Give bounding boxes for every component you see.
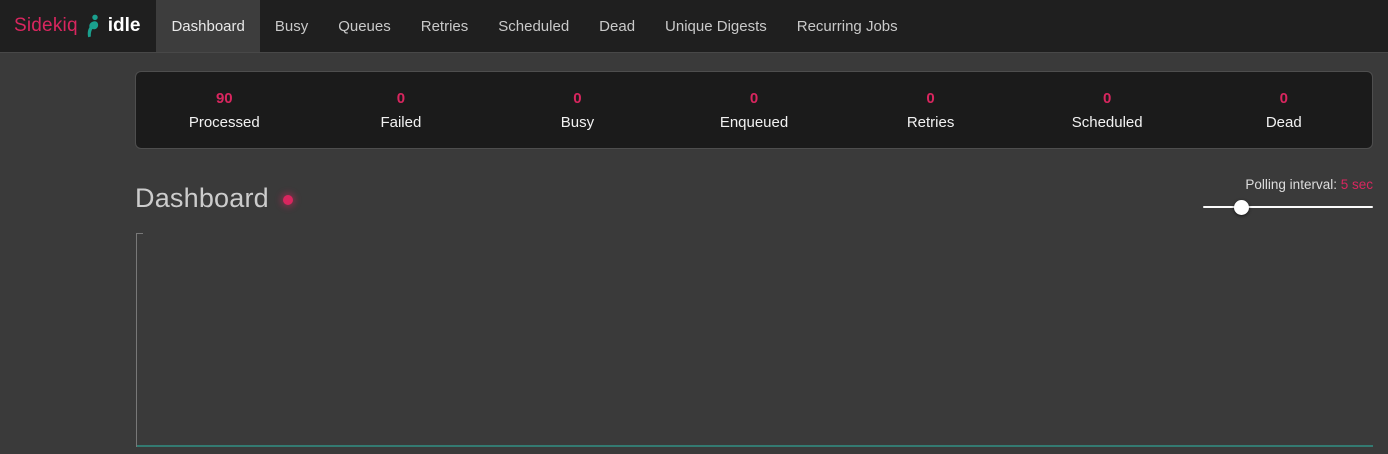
nav-item-recurring-jobs[interactable]: Recurring Jobs — [782, 0, 913, 52]
header-row: Dashboard Polling interval: 5 sec — [135, 177, 1373, 215]
live-beacon-icon — [283, 195, 293, 205]
chart-zero-line — [137, 445, 1373, 447]
brand-area[interactable]: Sidekiq idle — [0, 0, 156, 52]
nav-item-retries[interactable]: Retries — [406, 0, 484, 52]
nav-menu: Dashboard Busy Queues Retries Scheduled … — [156, 0, 912, 52]
stat-dead-value: 0 — [1280, 90, 1288, 107]
sidekiq-dancer-icon — [85, 14, 101, 38]
stat-failed-label: Failed — [380, 114, 421, 131]
stat-retries-value: 0 — [926, 90, 934, 107]
polling-value: 5 sec — [1341, 177, 1373, 192]
stat-processed-value: 90 — [216, 90, 233, 107]
nav-item-busy[interactable]: Busy — [260, 0, 323, 52]
stat-dead[interactable]: 0 Dead — [1195, 90, 1372, 131]
polling-label-text: Polling interval: — [1245, 177, 1337, 192]
main-container: 90 Processed 0 Failed 0 Busy 0 Enqueued … — [135, 71, 1373, 454]
stat-scheduled-label: Scheduled — [1072, 114, 1143, 131]
stat-processed[interactable]: 90 Processed — [136, 90, 313, 131]
sidekiq-logo-text: Sidekiq — [14, 15, 78, 37]
stat-retries[interactable]: 0 Retries — [842, 90, 1019, 131]
sidekiq-dashboard-page: { "colors": { "accent": "#d9265f", "char… — [0, 0, 1388, 453]
status-text: idle — [108, 15, 141, 37]
nav-item-dead[interactable]: Dead — [584, 0, 650, 52]
stat-failed[interactable]: 0 Failed — [313, 90, 490, 131]
stat-busy-label: Busy — [561, 114, 594, 131]
stat-dead-label: Dead — [1266, 114, 1302, 131]
stat-retries-label: Retries — [907, 114, 955, 131]
summary-bar: 90 Processed 0 Failed 0 Busy 0 Enqueued … — [135, 71, 1373, 149]
stat-processed-label: Processed — [189, 114, 260, 131]
stat-enqueued[interactable]: 0 Enqueued — [666, 90, 843, 131]
page-title-text: Dashboard — [135, 183, 269, 214]
polling-label: Polling interval: 5 sec — [1203, 177, 1373, 192]
chart-y-axis-tick — [136, 233, 143, 234]
dashboard-realtime-chart — [135, 231, 1373, 454]
nav-item-dashboard[interactable]: Dashboard — [156, 0, 259, 52]
stat-busy-value: 0 — [573, 90, 581, 107]
stat-scheduled[interactable]: 0 Scheduled — [1019, 90, 1196, 131]
polling-control: Polling interval: 5 sec — [1203, 177, 1373, 215]
stat-enqueued-label: Enqueued — [720, 114, 788, 131]
nav-item-unique-digests[interactable]: Unique Digests — [650, 0, 782, 52]
stat-busy[interactable]: 0 Busy — [489, 90, 666, 131]
top-navbar: Sidekiq idle Dashboard Busy Queues Retri… — [0, 0, 1388, 53]
nav-item-scheduled[interactable]: Scheduled — [483, 0, 584, 52]
polling-interval-slider[interactable] — [1203, 199, 1373, 215]
stat-scheduled-value: 0 — [1103, 90, 1111, 107]
nav-item-queues[interactable]: Queues — [323, 0, 406, 52]
stat-failed-value: 0 — [397, 90, 405, 107]
chart-y-axis — [136, 233, 137, 447]
page-title: Dashboard — [135, 183, 293, 214]
stat-enqueued-value: 0 — [750, 90, 758, 107]
